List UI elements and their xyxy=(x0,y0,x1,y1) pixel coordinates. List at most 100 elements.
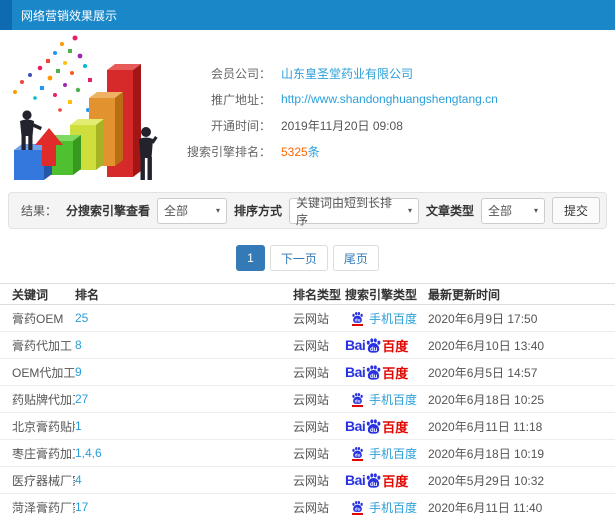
last-page-button[interactable]: 尾页 xyxy=(332,245,379,271)
promo-url-link[interactable]: http://www.shandonghuangshengtang.cn xyxy=(281,92,498,106)
rank-type-cell: 云网站 xyxy=(293,338,330,353)
table-header-row: 关键词 排名 排名类型 搜索引擎类型 最新更新时间 xyxy=(0,283,615,305)
article-type-label: 文章类型 xyxy=(425,204,474,218)
mobile-baidu-icon: du 手机百度 xyxy=(345,310,428,327)
updated-time-cell: 2020年6月10日 13:40 xyxy=(428,338,545,353)
keyword-cell: 膏药代加工 xyxy=(12,338,73,353)
svg-text:du: du xyxy=(355,452,361,457)
rank-link[interactable]: 1 xyxy=(75,419,293,433)
rank-unit: 条 xyxy=(307,144,320,159)
keyword-cell: 医疗器械厂家 xyxy=(12,473,75,488)
sort-select-value: 关键词由短到长排序 xyxy=(295,195,392,227)
engine-filter-label: 分搜索引擎查看 xyxy=(65,204,150,218)
column-header-2: 排名类型 xyxy=(293,287,342,302)
article-type-select[interactable]: 全部 ▾ xyxy=(480,197,545,224)
table-row: 枣庄膏药加工1,4,6云网站 du手机百度2020年6月18日 10:19 xyxy=(0,440,615,467)
keyword-cell: 药贴牌代加工 xyxy=(12,392,75,407)
svg-text:du: du xyxy=(370,373,378,379)
baidu-logo-icon: Bai du 百度 xyxy=(345,472,409,489)
caret-down-icon: ▾ xyxy=(533,206,538,215)
column-header-4: 最新更新时间 xyxy=(428,287,501,302)
updated-time-cell: 2020年6月5日 14:57 xyxy=(428,365,538,380)
keyword-cell: 枣庄膏药加工 xyxy=(12,446,75,461)
table-row: 膏药代加工 8 云网站 Bai du 百度 2020年6月10日 13:40 xyxy=(0,332,615,359)
rank-link[interactable]: 8 xyxy=(75,338,293,352)
open-time-label: 开通时间： xyxy=(210,118,271,133)
mobile-baidu-icon: du 手机百度 xyxy=(345,391,428,408)
rank-type-cell: 云网站 xyxy=(293,392,330,407)
svg-text:du: du xyxy=(370,427,378,433)
keyword-cell: 膏药OEM xyxy=(12,311,64,326)
businessman-right xyxy=(139,127,158,180)
svg-text:du: du xyxy=(355,506,361,511)
column-header-0: 关键词 xyxy=(12,287,49,302)
mobile-baidu-icon: du 手机百度 xyxy=(345,499,428,516)
company-info-list: 会员公司： 山东皇圣堂药业有限公司 推广地址： http://www.shand… xyxy=(185,30,498,190)
promo-url-row: 推广地址： http://www.shandonghuangshengtang.… xyxy=(185,86,498,112)
mobile-baidu-icon: du 手机百度 xyxy=(345,445,428,462)
table-row: 菏泽膏药厂家17云网站 du手机百度2020年6月11日 11:40 xyxy=(0,494,615,520)
sort-select[interactable]: 关键词由短到长排序 ▾ xyxy=(288,196,419,227)
updated-time-cell: 2020年6月18日 10:19 xyxy=(428,446,545,461)
table-row: 膏药OEM 25 云网站 du 手机百度 2020年6月9日 17:50 xyxy=(0,305,615,332)
baidu-logo-icon: Bai du 百度 xyxy=(345,364,409,381)
title-bar: 网络营销效果展示 xyxy=(0,0,615,30)
svg-text:du: du xyxy=(355,398,361,403)
member-company-link[interactable]: 山东皇圣堂药业有限公司 xyxy=(281,65,413,82)
result-label: 结果： xyxy=(21,204,58,218)
rank-link[interactable]: 1,4,6 xyxy=(75,446,293,460)
promo-url-label: 推广地址： xyxy=(210,92,271,107)
rank-link[interactable]: 27 xyxy=(75,392,293,406)
caret-down-icon: ▾ xyxy=(215,206,220,215)
baidu-logo-icon: Bai du 百度 xyxy=(345,418,409,435)
pagination: 1 下一页 尾页 xyxy=(0,245,615,271)
svg-text:du: du xyxy=(370,346,378,352)
baidu-logo-icon: Bai du 百度 xyxy=(345,337,409,354)
table-body: 膏药OEM 25 云网站 du 手机百度 2020年6月9日 17:50 膏药代加工 8 云网站… xyxy=(0,305,615,520)
table-row: 医疗器械厂家4云网站 Baidu百度 2020年5月29日 10:32 xyxy=(0,467,615,494)
rank-link[interactable]: 4 xyxy=(75,473,293,487)
keyword-cell: 北京膏药贴牌 xyxy=(12,419,75,434)
column-header-1: 排名 xyxy=(75,287,100,302)
engine-rank-row: 搜索引擎排名： 5325条 xyxy=(185,138,498,164)
engine-rank-label: 搜索引擎排名： xyxy=(186,144,271,159)
title-bar-accent xyxy=(0,0,12,30)
submit-button[interactable]: 提交 xyxy=(551,197,600,224)
rank-type-cell: 云网站 xyxy=(293,473,330,488)
updated-time-cell: 2020年6月18日 10:25 xyxy=(428,392,545,407)
engine-select[interactable]: 全部 ▾ xyxy=(156,197,227,224)
table-row: 药贴牌代加工27云网站 du手机百度2020年6月18日 10:25 xyxy=(0,386,615,413)
column-header-3: 搜索引擎类型 xyxy=(345,287,418,302)
engine-select-value: 全部 xyxy=(163,204,188,218)
next-page-button[interactable]: 下一页 xyxy=(269,245,328,271)
open-time-value: 2019年11月20日 09:08 xyxy=(281,118,403,133)
member-company-row: 会员公司： 山东皇圣堂药业有限公司 xyxy=(185,60,498,86)
article-type-select-value: 全部 xyxy=(487,204,512,218)
engine-rank-value: 5325条 xyxy=(281,143,320,160)
page-title: 网络营销效果展示 xyxy=(21,8,118,23)
rank-type-cell: 云网站 xyxy=(293,365,330,380)
rank-link[interactable]: 25 xyxy=(75,311,293,325)
company-info-section: 会员公司： 山东皇圣堂药业有限公司 推广地址： http://www.shand… xyxy=(0,30,615,190)
page-1-button[interactable]: 1 xyxy=(236,245,265,271)
keyword-cell: 菏泽膏药厂家 xyxy=(12,500,75,515)
rank-type-cell: 云网站 xyxy=(293,419,330,434)
member-company-label: 会员公司： xyxy=(210,66,271,81)
open-time-row: 开通时间： 2019年11月20日 09:08 xyxy=(185,112,498,138)
updated-time-cell: 2020年5月29日 10:32 xyxy=(428,473,545,488)
rank-link[interactable]: 17 xyxy=(75,500,293,514)
results-table: 关键词 排名 排名类型 搜索引擎类型 最新更新时间 膏药OEM 25 云网站 du 手机百度 20… xyxy=(0,283,615,520)
updated-time-cell: 2020年6月11日 11:18 xyxy=(428,419,543,434)
updated-time-cell: 2020年6月11日 11:40 xyxy=(428,500,543,515)
filter-panel: 结果： 分搜索引擎查看 全部 ▾ 排序方式 关键词由短到长排序 ▾ 文章类型 全… xyxy=(8,192,607,229)
table-row: OEM代加工 9 云网站 Bai du 百度 2020年6月5日 14:57 xyxy=(0,359,615,386)
keyword-cell: OEM代加工 xyxy=(12,365,75,380)
rank-count: 5325 xyxy=(281,144,308,159)
table-row: 北京膏药贴牌1云网站 Baidu百度 2020年6月11日 11:18 xyxy=(0,413,615,440)
svg-text:du: du xyxy=(370,481,378,487)
marketing-bar-chart-illustration xyxy=(0,30,185,190)
rank-type-cell: 云网站 xyxy=(293,500,330,515)
rank-link[interactable]: 9 xyxy=(75,365,293,379)
caret-down-icon: ▾ xyxy=(407,206,412,215)
rank-type-cell: 云网站 xyxy=(293,446,330,461)
